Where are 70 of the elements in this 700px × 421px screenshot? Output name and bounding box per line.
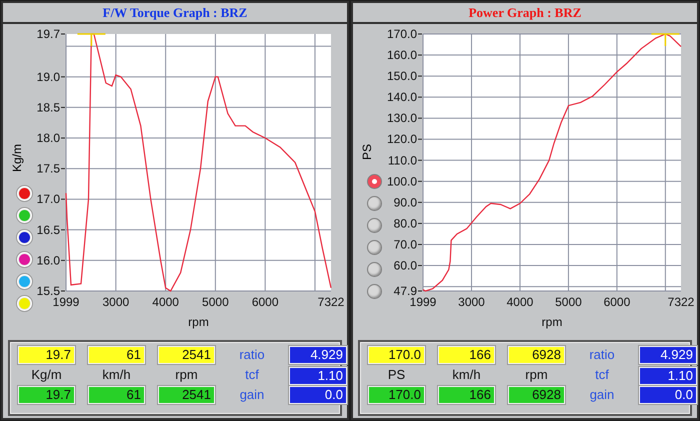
readout-field: 0.0 bbox=[289, 386, 347, 404]
tick-label: 5000 bbox=[554, 295, 582, 309]
axis-label: Kg/m bbox=[10, 144, 25, 172]
tick-label: 3000 bbox=[458, 295, 485, 309]
tick-label: 120.0 bbox=[386, 132, 417, 146]
tick-label: 7322 bbox=[667, 295, 694, 309]
tick-label: 16.0 bbox=[36, 253, 60, 268]
readout-field: 170.0 bbox=[368, 386, 425, 404]
tick-label: 19.0 bbox=[36, 70, 60, 84]
tick-label: 6000 bbox=[252, 295, 278, 309]
unit-label: PS bbox=[386, 366, 406, 384]
readout-field: 19.7 bbox=[18, 386, 75, 404]
tick-label: 16.5 bbox=[36, 222, 60, 237]
tick-label: 1999 bbox=[409, 295, 436, 309]
readout-field: 6928 bbox=[508, 386, 565, 404]
tick-label: 170.0 bbox=[386, 27, 417, 41]
panel-title: Power Graph : BRZ bbox=[468, 4, 582, 22]
tick-label: 15.5 bbox=[36, 284, 60, 298]
param-label: ratio bbox=[238, 346, 266, 364]
readout-field: 4.929 bbox=[289, 346, 347, 364]
tick-label: 18.0 bbox=[36, 131, 60, 146]
tick-label: 130.0 bbox=[386, 111, 417, 126]
tick-label: 80.0 bbox=[393, 216, 417, 230]
panel-title: F/W Torque Graph : BRZ bbox=[102, 4, 248, 22]
tick-label: 160.0 bbox=[386, 48, 417, 62]
param-label: ratio bbox=[588, 346, 616, 364]
unit-label: Kg/m bbox=[30, 366, 63, 384]
tick-label: 110.0 bbox=[388, 153, 417, 168]
axis-label: rpm bbox=[541, 315, 562, 329]
readout-field: 6928 bbox=[508, 346, 565, 364]
tick-label: 47.9 bbox=[393, 284, 417, 298]
tick-label: 4000 bbox=[152, 295, 179, 309]
readout-field: 2541 bbox=[158, 386, 215, 404]
tick-label: 7322 bbox=[317, 295, 344, 309]
axis-label: PS bbox=[360, 144, 375, 160]
readout-field: 2541 bbox=[158, 346, 215, 364]
tick-label: 150.0 bbox=[386, 69, 417, 84]
tick-label: 5000 bbox=[202, 295, 229, 309]
readout-field: 1.10 bbox=[289, 367, 347, 385]
readout-field: 4.929 bbox=[639, 346, 697, 364]
axis-label: rpm bbox=[188, 315, 209, 329]
tick-label: 1999 bbox=[52, 295, 80, 309]
readout-field: 166 bbox=[438, 386, 495, 404]
unit-label: km/h bbox=[101, 366, 132, 384]
tick-label: 90.0 bbox=[393, 195, 417, 210]
readout-field: 61 bbox=[88, 386, 145, 404]
tick-label: 19.7 bbox=[36, 27, 60, 41]
readout-field: 61 bbox=[88, 346, 145, 364]
param-label: tcf bbox=[244, 366, 260, 384]
unit-label: rpm bbox=[524, 366, 549, 384]
unit-label: rpm bbox=[174, 366, 199, 384]
readout-field: 0.0 bbox=[639, 386, 697, 404]
tick-label: 140.0 bbox=[386, 90, 417, 104]
tick-label: 6000 bbox=[603, 295, 630, 309]
readout-field: 166 bbox=[438, 346, 495, 364]
tick-label: 100.0 bbox=[386, 174, 417, 188]
readout-field: 170.0 bbox=[368, 346, 425, 364]
tick-label: 4000 bbox=[506, 295, 534, 309]
tick-label: 70.0 bbox=[393, 237, 417, 252]
tick-label: 60.0 bbox=[393, 258, 417, 273]
param-label: gain bbox=[588, 386, 616, 404]
tick-label: 3000 bbox=[102, 295, 129, 309]
readout-field: 1.10 bbox=[639, 367, 697, 385]
param-label: gain bbox=[238, 386, 266, 404]
readout-field: 19.7 bbox=[18, 346, 75, 364]
tick-label: 17.5 bbox=[36, 162, 60, 176]
param-label: tcf bbox=[594, 366, 610, 384]
tick-label: 18.5 bbox=[36, 100, 60, 114]
tick-label: 17.0 bbox=[36, 192, 60, 206]
unit-label: km/h bbox=[451, 366, 482, 384]
